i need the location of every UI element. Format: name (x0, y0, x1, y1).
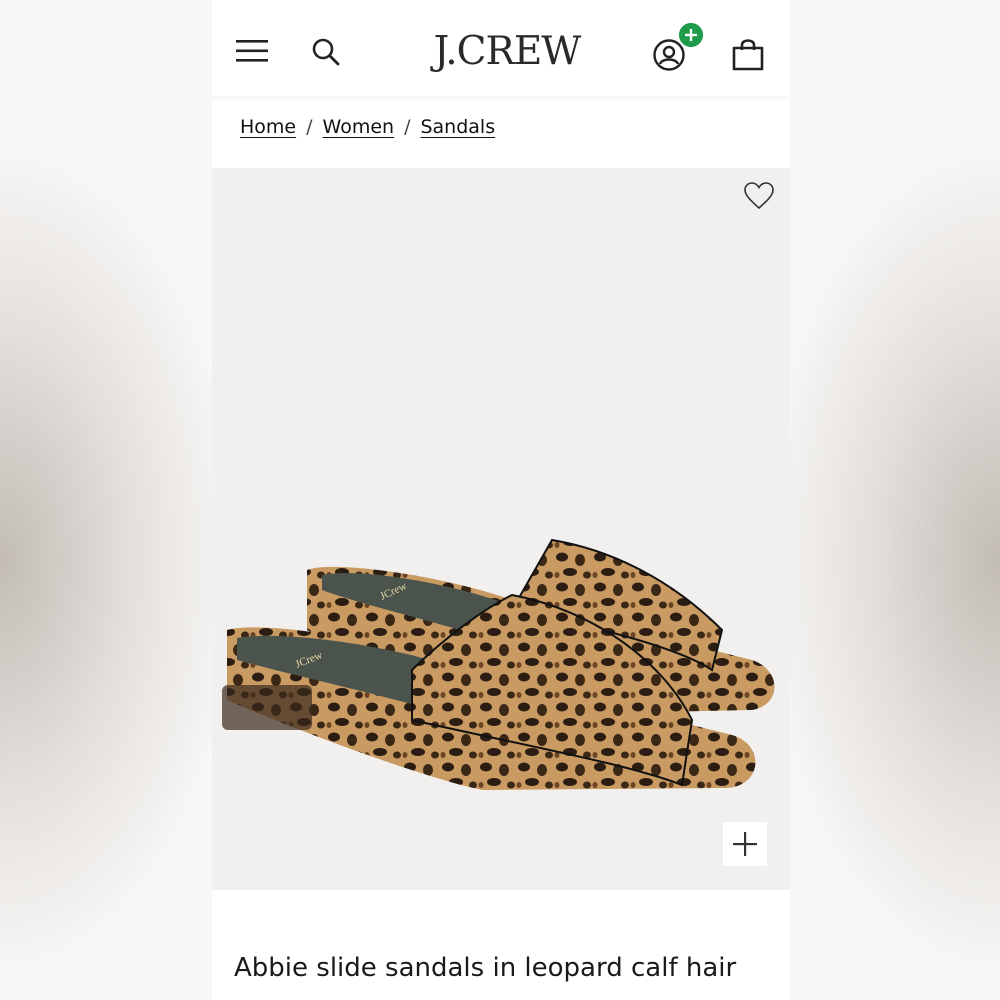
zoom-button[interactable] (723, 822, 767, 866)
account-plus-badge-icon (679, 23, 703, 47)
mobile-page: J.CREW Home / Women / Sandals JCrew JCre… (212, 0, 790, 1000)
shopping-bag-icon[interactable] (731, 36, 765, 72)
breadcrumb-sandals-link[interactable]: Sandals (420, 116, 495, 138)
site-header: J.CREW (212, 0, 790, 96)
heart-icon[interactable] (744, 182, 774, 210)
backdrop-left (0, 0, 212, 1000)
product-title: Abbie slide sandals in leopard calf hair (234, 953, 737, 983)
plus-icon (733, 832, 757, 856)
search-icon[interactable] (310, 36, 342, 68)
breadcrumb-home-link[interactable]: Home (240, 116, 296, 138)
hamburger-menu-icon[interactable] (236, 38, 270, 64)
jcrew-logo[interactable]: J.CREW (422, 28, 592, 76)
leopard-slide-sandals-image: JCrew JCrew (222, 538, 775, 790)
breadcrumb-separator: / (404, 116, 411, 138)
backdrop-right (790, 0, 1000, 1000)
breadcrumb-women-link[interactable]: Women (323, 116, 395, 138)
breadcrumb: Home / Women / Sandals (240, 110, 495, 144)
breadcrumb-separator: / (306, 116, 313, 138)
account-icon[interactable] (652, 38, 686, 72)
